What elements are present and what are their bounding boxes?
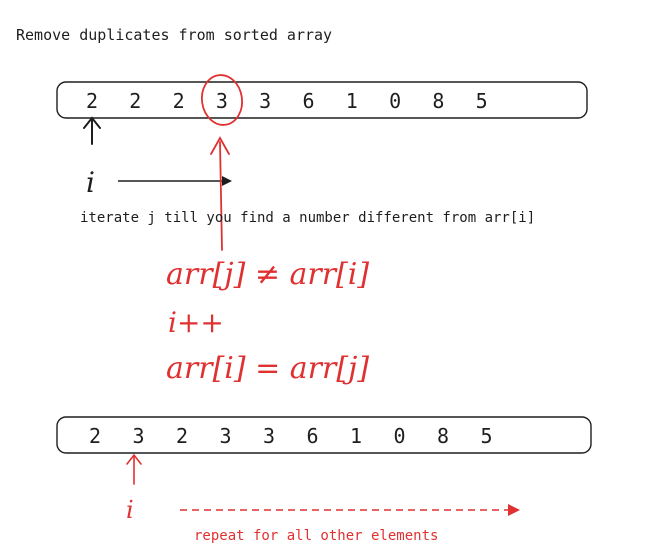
- diagram-canvas: Remove duplicates from sorted array 2 2 2 3…: [16, 26, 592, 544]
- top-array: 2 2 2 3 3 6 1 0 8 5: [86, 89, 488, 113]
- assign-line: arr[i] = arr[j]: [166, 351, 369, 386]
- bottom-array-cell-6: 1: [350, 424, 362, 448]
- top-array-cell-0: 2: [86, 89, 98, 113]
- bottom-array-cell-0: 2: [89, 424, 101, 448]
- repeat-dashed-arrowhead: [508, 504, 520, 516]
- top-array-cell-4: 3: [259, 89, 271, 113]
- top-array-cell-2: 2: [173, 89, 185, 113]
- top-array-cell-5: 6: [302, 89, 314, 113]
- bottom-array: 2 3 2 3 3 6 1 0 8 5: [89, 424, 493, 448]
- condition-line: arr[j] ≠ arr[i]: [166, 257, 369, 292]
- bottom-pointer-label: i: [126, 496, 134, 524]
- top-array-cell-6: 1: [346, 89, 358, 113]
- top-array-cell-1: 2: [129, 89, 141, 113]
- iterate-note: iterate j till you find a number differe…: [80, 210, 535, 226]
- bottom-array-cell-7: 0: [393, 424, 405, 448]
- bottom-array-cell-8: 8: [437, 424, 449, 448]
- bottom-array-cell-2: 2: [176, 424, 188, 448]
- bottom-array-cell-5: 6: [306, 424, 318, 448]
- top-pointer-label: i: [86, 166, 95, 199]
- bottom-array-cell-3: 3: [219, 424, 231, 448]
- repeat-note: repeat for all other elements: [194, 528, 438, 544]
- bottom-pointer-arrow: [126, 453, 142, 485]
- i-move-arrowhead: [222, 176, 232, 186]
- increment-line: i++: [168, 306, 224, 339]
- bottom-array-cell-4: 3: [263, 424, 275, 448]
- bottom-array-cell-1: 3: [132, 424, 144, 448]
- top-pointer-arrow: [83, 116, 101, 145]
- top-array-cell-8: 8: [432, 89, 444, 113]
- j-pointer-arrow: [210, 136, 230, 251]
- top-array-cell-9: 5: [476, 89, 488, 113]
- bottom-array-cell-9: 5: [480, 424, 492, 448]
- top-array-cell-3: 3: [216, 89, 228, 113]
- diagram-title: Remove duplicates from sorted array: [16, 26, 332, 44]
- top-array-cell-7: 0: [389, 89, 401, 113]
